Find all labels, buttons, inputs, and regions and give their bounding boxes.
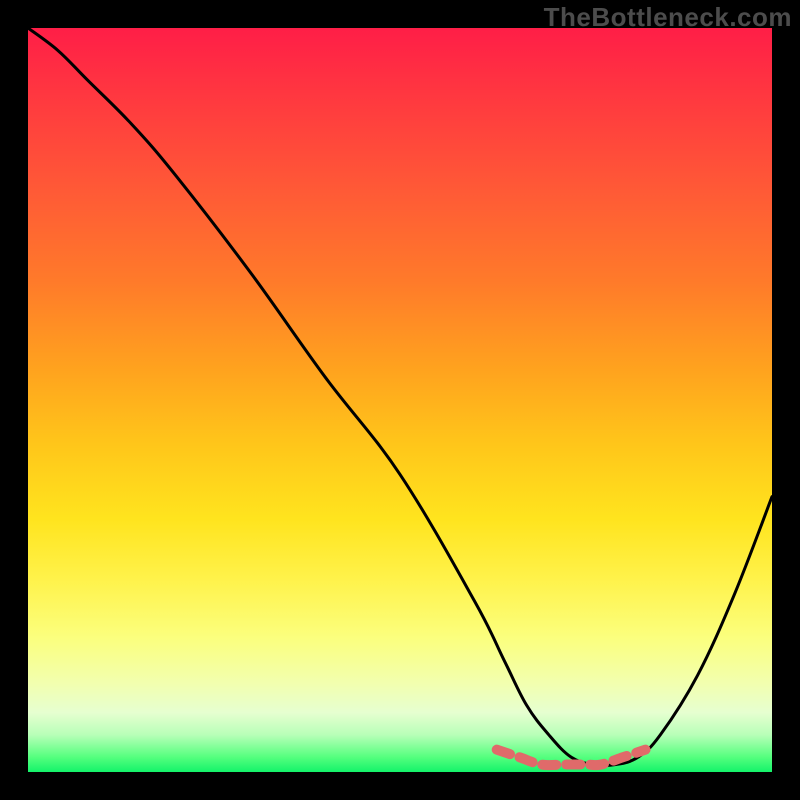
watermark-text: TheBottleneck.com <box>544 2 792 33</box>
bottleneck-curve-path <box>28 28 772 766</box>
plot-background <box>28 28 772 772</box>
chart-svg <box>28 28 772 772</box>
chart-frame: TheBottleneck.com <box>0 0 800 800</box>
